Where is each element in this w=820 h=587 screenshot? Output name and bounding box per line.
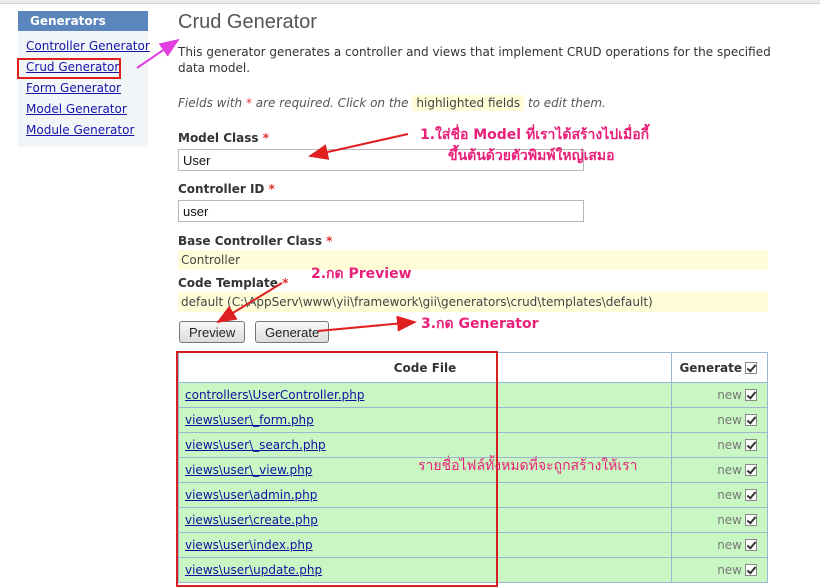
status-text: new	[717, 488, 742, 502]
sidebar-title: Generators	[18, 11, 148, 31]
page-title: Crud Generator	[178, 11, 317, 33]
status-text: new	[717, 413, 742, 427]
status-cell: new	[671, 382, 768, 408]
status-text: new	[717, 538, 742, 552]
annotation-step1-line1: 1.ใส่ชื่อ Model ที่เราได้สร้างไปเมื่อกี้	[420, 127, 650, 143]
generate-checkbox[interactable]	[745, 489, 757, 501]
controller-id-label: Controller ID *	[178, 182, 275, 196]
generate-checkbox[interactable]	[745, 439, 757, 451]
status-text: new	[717, 563, 742, 577]
hint-middle: are required. Click on the	[255, 96, 409, 110]
annotation-file-list: รายชื่อไฟล์ทั้งหมดที่จะถูกสร้างให้เรา	[418, 458, 638, 474]
sidebar-item-form-generator[interactable]: Form Generator	[26, 81, 121, 95]
status-text: new	[717, 388, 742, 402]
generate-header: Generate	[671, 352, 768, 383]
generate-checkbox[interactable]	[745, 514, 757, 526]
code-template-label: Code Template *	[178, 276, 288, 290]
required-star: *	[262, 131, 269, 145]
base-controller-class-label-text: Base Controller Class	[178, 234, 322, 248]
status-cell: new	[671, 457, 768, 483]
generate-checkbox[interactable]	[745, 464, 757, 476]
generate-checkbox[interactable]	[745, 414, 757, 426]
sidebar-item-model-generator[interactable]: Model Generator	[26, 102, 127, 116]
required-star: *	[326, 234, 333, 248]
status-text: new	[717, 438, 742, 452]
annotation-step1-line2: ขึ้นต้นด้วยตัวพิมพ์ใหญ่เสมอ	[448, 148, 615, 164]
status-cell: new	[671, 482, 768, 508]
generate-checkbox[interactable]	[745, 564, 757, 576]
model-class-label: Model Class *	[178, 131, 269, 145]
base-controller-class-label: Base Controller Class *	[178, 234, 332, 248]
status-cell: new	[671, 532, 768, 558]
preview-button[interactable]: Preview	[179, 321, 246, 343]
top-border	[0, 0, 820, 4]
status-cell: new	[671, 407, 768, 433]
generate-checkbox[interactable]	[745, 539, 757, 551]
status-text: new	[717, 463, 742, 477]
required-star: *	[268, 182, 275, 196]
generate-header-label: Generate	[679, 360, 742, 375]
hint-prefix: Fields with	[178, 96, 243, 110]
controller-id-input[interactable]	[178, 200, 584, 222]
annotation-step2: 2.กด Preview	[311, 266, 412, 282]
code-template-field[interactable]: default (C:\AppServ\www\yii\framework\gi…	[178, 292, 768, 312]
crud-highlight-box	[17, 58, 121, 79]
arrow-from-generate	[317, 315, 417, 332]
generators-sidebar: Generators Controller Generator Crud Gen…	[18, 11, 150, 147]
page-description: This generator generates a controller an…	[178, 45, 771, 75]
status-cell: new	[671, 432, 768, 458]
required-fields-hint: Fields with * are required. Click on the…	[178, 95, 606, 111]
generate-checkbox[interactable]	[745, 389, 757, 401]
sidebar-item-controller-generator[interactable]: Controller Generator	[26, 39, 150, 53]
annotation-step3: 3.กด Generator	[421, 316, 539, 332]
sidebar-item-module-generator[interactable]: Module Generator	[26, 123, 134, 137]
required-star: *	[282, 276, 289, 290]
model-class-label-text: Model Class	[178, 131, 259, 145]
status-text: new	[717, 513, 742, 527]
status-cell: new	[671, 507, 768, 533]
select-all-checkbox[interactable]	[745, 361, 757, 374]
code-template-label-text: Code Template	[178, 276, 278, 290]
hint-highlight: highlighted fields	[412, 95, 525, 111]
controller-id-label-text: Controller ID	[178, 182, 265, 196]
hint-suffix: to edit them.	[527, 96, 606, 110]
status-cell: new	[671, 557, 768, 583]
hint-star: *	[245, 96, 252, 110]
base-controller-class-field[interactable]: Controller	[178, 250, 768, 270]
generate-button[interactable]: Generate	[255, 321, 330, 343]
